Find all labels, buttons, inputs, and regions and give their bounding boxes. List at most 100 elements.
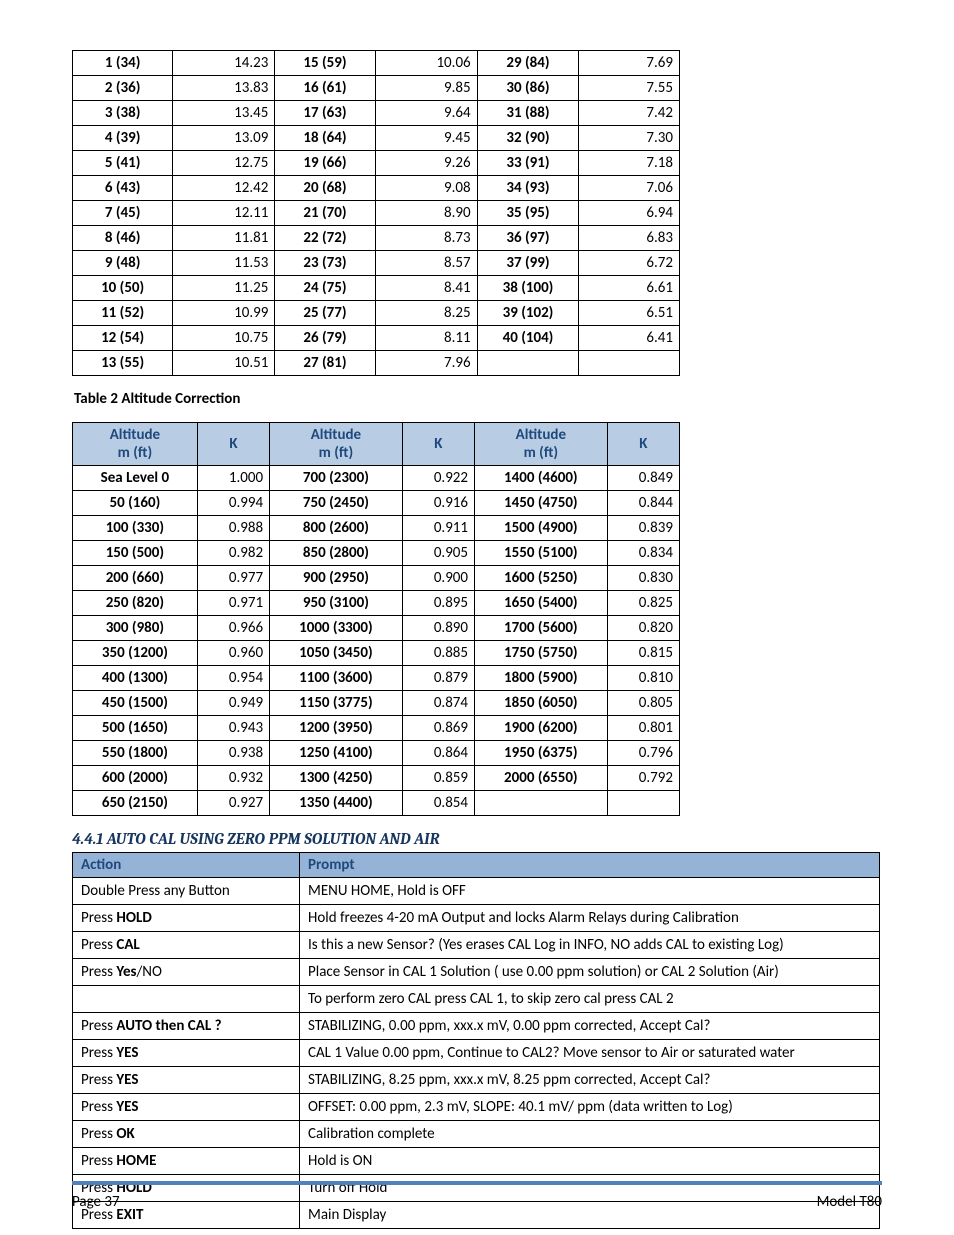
table-cell: 9.64 xyxy=(375,101,477,126)
table-cell: 2000 (6550) xyxy=(475,766,608,791)
table-cell: 0.988 xyxy=(197,516,269,541)
table-cell: 150 (500) xyxy=(73,541,198,566)
table-cell: 900 (2950) xyxy=(270,566,403,591)
table-cell: 36 (97) xyxy=(477,226,579,251)
table-cell: Sea Level 0 xyxy=(73,466,198,491)
table-cell xyxy=(607,791,679,816)
table-cell: 6.41 xyxy=(579,326,680,351)
table-cell: 0.849 xyxy=(607,466,679,491)
table-cell: 0.834 xyxy=(607,541,679,566)
table-cell: 1 (34) xyxy=(73,51,173,76)
table-cell: 12 (54) xyxy=(73,326,173,351)
action-cell: Press YES xyxy=(73,1094,300,1121)
table-cell: 0.927 xyxy=(197,791,269,816)
table-cell: 0.844 xyxy=(607,491,679,516)
table-cell: 6.72 xyxy=(579,251,680,276)
action-cell xyxy=(73,986,300,1013)
action-cell: Press YES xyxy=(73,1040,300,1067)
table-cell: 0.922 xyxy=(402,466,474,491)
table-cell: 8.57 xyxy=(375,251,477,276)
table-cell: 0.820 xyxy=(607,616,679,641)
table-cell: 9 (48) xyxy=(73,251,173,276)
table-cell: 6.83 xyxy=(579,226,680,251)
table-cell: 0.810 xyxy=(607,666,679,691)
table-cell: 40 (104) xyxy=(477,326,579,351)
table-cell: 17 (63) xyxy=(275,101,375,126)
action-cell: Press HOLD xyxy=(73,905,300,932)
table-cell: 500 (1650) xyxy=(73,716,198,741)
action-cell: Press CAL xyxy=(73,932,300,959)
table-cell: 0.859 xyxy=(402,766,474,791)
table-cell: 5 (41) xyxy=(73,151,173,176)
table-cell: 8 (46) xyxy=(73,226,173,251)
table-cell: 8.41 xyxy=(375,276,477,301)
table-cell: 33 (91) xyxy=(477,151,579,176)
table-cell: 11.25 xyxy=(173,276,275,301)
footer-page: Page 37 xyxy=(72,1193,120,1211)
table-cell: 16 (61) xyxy=(275,76,375,101)
prompt-cell: Hold freezes 4-20 mA Output and locks Al… xyxy=(300,905,880,932)
table-header: Altitudem (ft) xyxy=(270,423,403,466)
table-cell: 0.982 xyxy=(197,541,269,566)
table-cell: 1700 (5600) xyxy=(475,616,608,641)
table-cell: 22 (72) xyxy=(275,226,375,251)
footer-model: Model T80 xyxy=(817,1193,882,1211)
table-cell: 800 (2600) xyxy=(270,516,403,541)
table-header: Altitudem (ft) xyxy=(475,423,608,466)
action-cell: Double Press any Button xyxy=(73,878,300,905)
table-cell: 200 (660) xyxy=(73,566,198,591)
table-cell: 25 (77) xyxy=(275,301,375,326)
table-cell: 0.895 xyxy=(402,591,474,616)
table-cell: 27 (81) xyxy=(275,351,375,376)
table-cell: 0.830 xyxy=(607,566,679,591)
table-cell: 29 (84) xyxy=(477,51,579,76)
table-cell: 6.94 xyxy=(579,201,680,226)
table-cell: 6.51 xyxy=(579,301,680,326)
table-cell: 12.11 xyxy=(173,201,275,226)
table-cell: 10 (50) xyxy=(73,276,173,301)
table-cell xyxy=(579,351,680,376)
table-cell: 1000 (3300) xyxy=(270,616,403,641)
action-cell: Press AUTO then CAL ? xyxy=(73,1013,300,1040)
table-cell: 1550 (5100) xyxy=(475,541,608,566)
table-cell: 0.966 xyxy=(197,616,269,641)
table-cell: 0.815 xyxy=(607,641,679,666)
prompt-cell: Calibration complete xyxy=(300,1121,880,1148)
prompt-cell: Hold is ON xyxy=(300,1148,880,1175)
prompt-cell: STABILIZING, 8.25 ppm, xxx.x mV, 8.25 pp… xyxy=(300,1067,880,1094)
table-cell: 850 (2800) xyxy=(270,541,403,566)
table-cell: 0.916 xyxy=(402,491,474,516)
table-cell: 1.000 xyxy=(197,466,269,491)
table-header: Prompt xyxy=(300,853,880,878)
table-cell: 950 (3100) xyxy=(270,591,403,616)
table-cell: 1850 (6050) xyxy=(475,691,608,716)
table-cell: 39 (102) xyxy=(477,301,579,326)
table-cell: 9.45 xyxy=(375,126,477,151)
table-cell: 50 (160) xyxy=(73,491,198,516)
prompt-cell: Is this a new Sensor? (Yes erases CAL Lo… xyxy=(300,932,880,959)
table-altitude-correction: Altitudem (ft)KAltitudem (ft)KAltitudem … xyxy=(72,422,680,816)
table-cell: 13.09 xyxy=(173,126,275,151)
action-cell: Press YES xyxy=(73,1067,300,1094)
table-cell: 6 (43) xyxy=(73,176,173,201)
table-cell: 1100 (3600) xyxy=(270,666,403,691)
table-cell: 12.42 xyxy=(173,176,275,201)
table-cell: 11.81 xyxy=(173,226,275,251)
table-cell: 10.99 xyxy=(173,301,275,326)
table-cell: 1900 (6200) xyxy=(475,716,608,741)
table-cell: 30 (86) xyxy=(477,76,579,101)
table-cell: 8.25 xyxy=(375,301,477,326)
table-cell: 7.69 xyxy=(579,51,680,76)
table-cell xyxy=(477,351,579,376)
table-cell: 0.905 xyxy=(402,541,474,566)
table-cell: 0.994 xyxy=(197,491,269,516)
table-cell: 10.75 xyxy=(173,326,275,351)
table-cell: 37 (99) xyxy=(477,251,579,276)
table-cell: 9.85 xyxy=(375,76,477,101)
table-cell: 1200 (3950) xyxy=(270,716,403,741)
table-cell: 9.08 xyxy=(375,176,477,201)
page-footer: Page 37 Model T80 xyxy=(72,1181,882,1211)
table-cell: 10.06 xyxy=(375,51,477,76)
table-cell: 9.26 xyxy=(375,151,477,176)
table-cell: 1600 (5250) xyxy=(475,566,608,591)
